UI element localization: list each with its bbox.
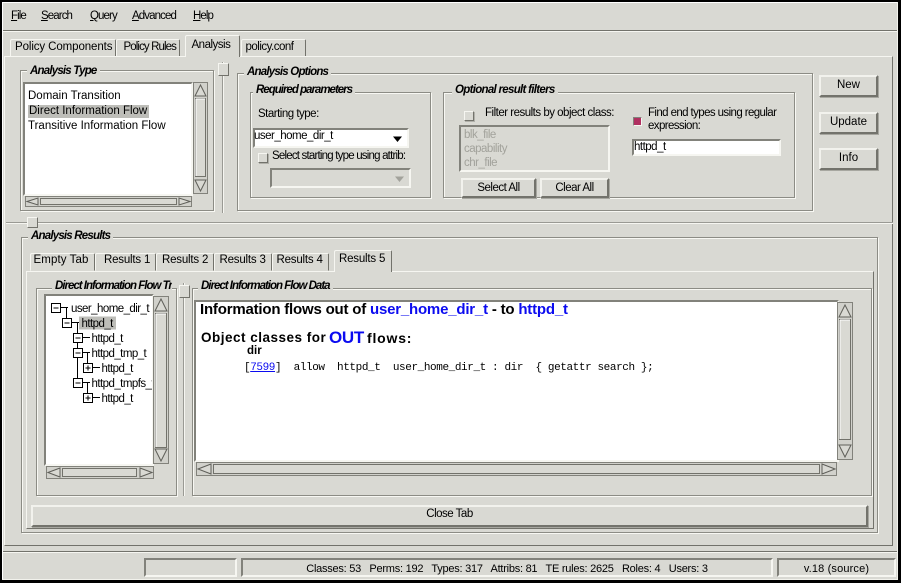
svg-text:httpd_t: httpd_t [102,393,135,405]
svg-text:httpd_tmpfs_t: httpd_tmpfs_t [92,378,153,390]
svg-text:user_home_dir_t: user_home_dir_t [71,303,150,315]
svg-text:httpd_t: httpd_t [102,363,135,375]
svg-text:httpd_t: httpd_t [92,333,125,345]
svg-text:httpd_t: httpd_t [82,318,115,330]
svg-text:httpd_tmp_t: httpd_tmp_t [92,348,148,360]
